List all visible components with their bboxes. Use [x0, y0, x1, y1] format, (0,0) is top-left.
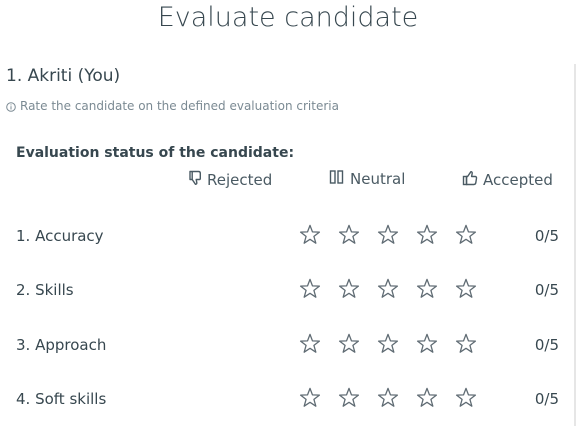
rating-hint: Rate the candidate on the defined evalua… [6, 99, 339, 113]
status-neutral-label: Neutral [350, 170, 406, 188]
star-icon[interactable] [453, 331, 478, 355]
criterion-score: 0/5 [534, 281, 559, 299]
criterion-label: 2. Skills [16, 281, 74, 299]
star-rating [297, 222, 478, 246]
thumbs-up-icon [462, 170, 483, 190]
star-rating [297, 331, 478, 355]
thumbs-down-icon [188, 170, 207, 190]
star-icon[interactable] [336, 331, 361, 355]
criterion-score: 0/5 [534, 227, 559, 245]
star-icon[interactable] [453, 276, 478, 300]
evaluator-name: 1. Akriti (You) [6, 66, 121, 86]
star-icon[interactable] [297, 331, 322, 355]
criterion-row: 3. Approach 0/5 [0, 319, 576, 373]
status-accepted-option[interactable]: Accepted [462, 170, 553, 190]
criterion-label: 3. Approach [16, 336, 107, 354]
star-icon[interactable] [336, 276, 361, 300]
pause-icon [329, 170, 350, 188]
status-accepted-label: Accepted [483, 171, 553, 189]
star-icon[interactable] [414, 276, 439, 300]
star-icon[interactable] [414, 222, 439, 246]
star-rating [297, 276, 478, 300]
star-icon[interactable] [414, 331, 439, 355]
evaluation-status-options: Rejected Neutral Accepted [0, 170, 576, 196]
star-icon[interactable] [297, 222, 322, 246]
criterion-score: 0/5 [534, 336, 559, 354]
star-icon[interactable] [375, 331, 400, 355]
star-icon[interactable] [414, 385, 439, 409]
star-icon[interactable] [336, 385, 361, 409]
star-rating [297, 385, 478, 409]
star-icon[interactable] [336, 222, 361, 246]
status-rejected-label: Rejected [207, 171, 273, 189]
star-icon[interactable] [375, 222, 400, 246]
criterion-score: 0/5 [534, 390, 559, 408]
criterion-label: 1. Accuracy [16, 227, 104, 245]
criterion-row: 4. Soft skills 0/5 [0, 373, 576, 426]
criterion-label: 4. Soft skills [16, 390, 107, 408]
star-icon[interactable] [297, 276, 322, 300]
criterion-row: 1. Accuracy 0/5 [0, 210, 576, 264]
evaluate-candidate-page: Evaluate candidate 1. Akriti (You) Rate … [0, 0, 576, 426]
star-icon[interactable] [453, 385, 478, 409]
status-rejected-option[interactable]: Rejected [188, 170, 272, 190]
status-neutral-option[interactable]: Neutral [329, 170, 405, 188]
info-icon [6, 101, 16, 112]
star-icon[interactable] [297, 385, 322, 409]
criterion-row: 2. Skills 0/5 [0, 264, 576, 318]
page-title: Evaluate candidate [157, 2, 419, 33]
evaluation-status-heading: Evaluation status of the candidate: [16, 145, 295, 161]
star-icon[interactable] [375, 276, 400, 300]
star-icon[interactable] [453, 222, 478, 246]
rating-hint-text: Rate the candidate on the defined evalua… [20, 99, 339, 113]
star-icon[interactable] [375, 385, 400, 409]
